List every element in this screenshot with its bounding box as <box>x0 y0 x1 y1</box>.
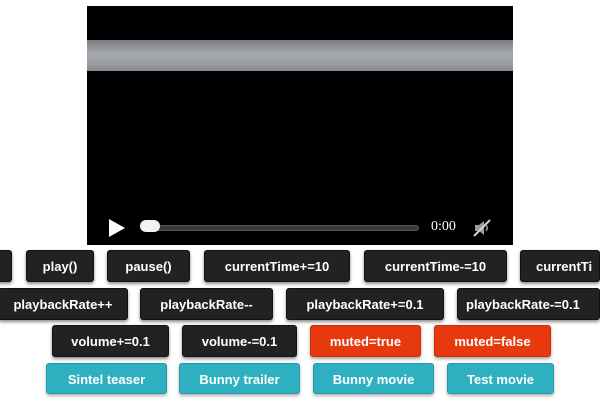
currenttime-minus-10-button[interactable]: currentTime-=10 <box>364 250 507 282</box>
video-controls-bar: 0:00 <box>87 209 513 245</box>
muted-speaker-icon[interactable] <box>472 218 492 238</box>
volume-minus-0-1-button[interactable]: volume-=0.1 <box>182 325 297 357</box>
volume-plus-0-1-button[interactable]: volume+=0.1 <box>52 325 169 357</box>
play-button[interactable]: play() <box>26 250 94 282</box>
muted-true-button[interactable]: muted=true <box>310 325 421 357</box>
playbackrate-minus-0-1-button[interactable]: playbackRate-=0.1 <box>457 288 600 320</box>
progress-track[interactable] <box>142 225 419 231</box>
progress-thumb[interactable] <box>140 220 160 232</box>
playbackrate-plus-0-1-button[interactable]: playbackRate+=0.1 <box>286 288 444 320</box>
sintel-teaser-button[interactable]: Sintel teaser <box>46 363 167 394</box>
pause-button[interactable]: pause() <box>107 250 190 282</box>
muted-false-button[interactable]: muted=false <box>434 325 551 357</box>
page: 0:00 play() pause() currentTime+=10 curr… <box>0 0 600 400</box>
playbackrate-decrement-button[interactable]: playbackRate-- <box>140 288 273 320</box>
bunny-movie-button[interactable]: Bunny movie <box>313 363 434 394</box>
playbackrate-increment-button[interactable]: playbackRate++ <box>0 288 128 320</box>
video-frame <box>87 40 513 71</box>
currenttime-clipped-button[interactable]: currentTi <box>520 250 600 282</box>
time-display: 0:00 <box>431 219 456 234</box>
play-icon[interactable] <box>109 219 125 237</box>
row1-partial-button[interactable] <box>0 250 12 282</box>
bunny-trailer-button[interactable]: Bunny trailer <box>179 363 300 394</box>
test-movie-button[interactable]: Test movie <box>447 363 554 394</box>
currenttime-plus-10-button[interactable]: currentTime+=10 <box>204 250 350 282</box>
video-player[interactable]: 0:00 <box>87 6 513 245</box>
